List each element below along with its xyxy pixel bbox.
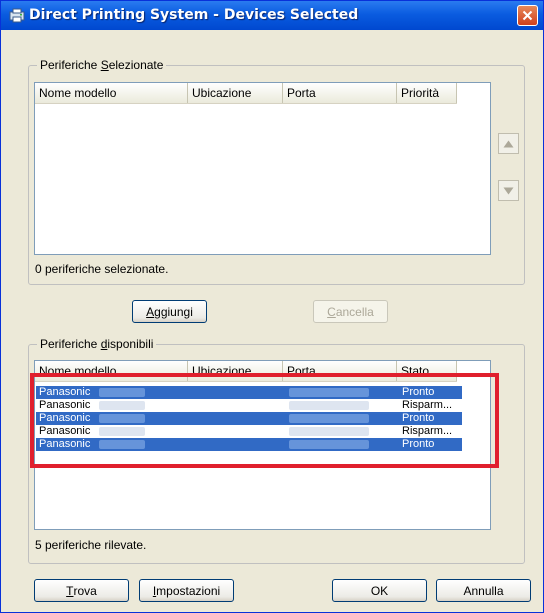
close-button[interactable] (517, 5, 538, 26)
close-icon (522, 10, 533, 21)
highlight-box (30, 373, 499, 468)
column-model-name[interactable]: Nome modello (35, 83, 188, 103)
add-button[interactable]: Aggiungi (132, 300, 207, 323)
arrow-up-icon (503, 140, 514, 147)
dialog-window: Direct Printing System - Devices Selecte… (0, 0, 544, 613)
printer-app-icon (9, 8, 25, 23)
arrow-down-icon (503, 187, 514, 194)
selected-list-header: Nome modello Ubicazione Porta Priorità (35, 83, 457, 104)
move-up-button[interactable] (498, 133, 519, 154)
detected-count-text: 5 periferiche rilevate. (35, 538, 147, 552)
find-button[interactable]: Trova (34, 579, 129, 602)
column-port[interactable]: Porta (283, 83, 397, 103)
selected-devices-legend: Periferiche Selezionate (37, 58, 167, 72)
column-priority[interactable]: Priorità (397, 83, 457, 103)
move-down-button[interactable] (498, 180, 519, 201)
ok-button[interactable]: OK (332, 579, 427, 602)
available-devices-legend: Periferiche disponibili (37, 337, 157, 351)
cancel-dialog-button[interactable]: Annulla (436, 579, 531, 602)
column-location[interactable]: Ubicazione (188, 83, 283, 103)
window-title: Direct Printing System - Devices Selecte… (29, 7, 359, 23)
selected-devices-list[interactable]: Nome modello Ubicazione Porta Priorità (34, 82, 491, 255)
settings-button[interactable]: Impostazioni (139, 579, 234, 602)
selected-count-text: 0 periferiche selezionate. (35, 262, 169, 276)
title-bar[interactable]: Direct Printing System - Devices Selecte… (1, 1, 543, 30)
remove-button[interactable]: Cancella (313, 300, 388, 323)
